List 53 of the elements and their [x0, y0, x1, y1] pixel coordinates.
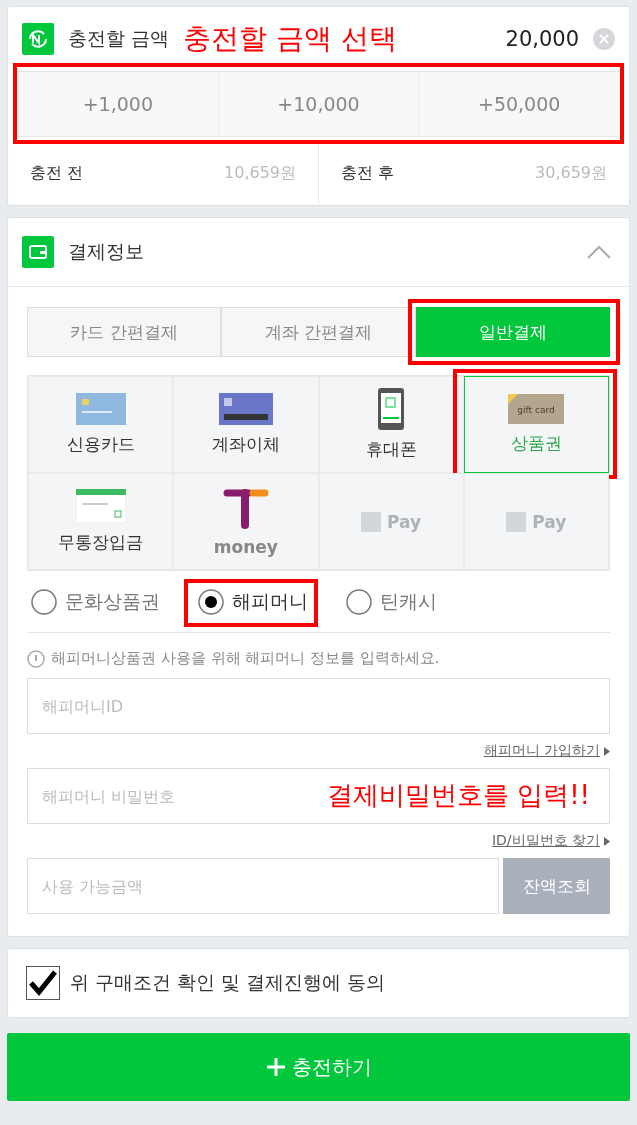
payment-method-tile[interactable]: money [173, 473, 319, 570]
agree-checkbox[interactable] [26, 966, 60, 1000]
find-account-link[interactable]: ID/비밀번호 찾기 [491, 832, 600, 850]
add-amount-button[interactable]: +1,000 [18, 72, 218, 136]
charge-amount: 20,000 [505, 27, 579, 51]
radio-icon [31, 588, 57, 615]
plus-icon [265, 1057, 286, 1077]
id-field[interactable]: 해피머니ID [27, 678, 610, 734]
info-icon [27, 649, 45, 668]
payment-method-tile[interactable]: 계좌이체 [173, 376, 319, 473]
add-amount-button[interactable]: +10,000 [217, 72, 419, 136]
balance-value: 30,659원 [535, 162, 607, 184]
n-logo-icon [506, 511, 527, 532]
payment-method-tile[interactable]: 무통장입금 [28, 473, 174, 570]
annotation-text: 결제비밀번호를 입력!! [326, 779, 590, 812]
payment-method-tile[interactable]: Pay [463, 473, 609, 570]
bankbook-icon [75, 489, 126, 523]
clear-icon[interactable] [593, 28, 615, 50]
payment-tab[interactable]: 일반결제 [415, 307, 610, 357]
annotation-text: 충전할 금액 선택 [183, 21, 397, 57]
radio-icon [198, 588, 224, 615]
payment-method-tile[interactable]: 휴대폰 [318, 376, 464, 473]
balance-label: 충전 전 [30, 162, 84, 184]
signup-link[interactable]: 해피머니 가입하기 [483, 742, 600, 760]
credit-card-icon [75, 393, 126, 425]
voucher-radio[interactable]: 틴캐시 [342, 584, 441, 619]
add-amount-button[interactable]: +50,000 [418, 72, 619, 136]
phone-icon [378, 388, 405, 430]
wallet-icon [22, 236, 54, 268]
payment-title: 결제정보 [68, 239, 144, 264]
gift-card-icon: gift card [508, 394, 565, 424]
chevron-up-icon[interactable] [587, 245, 611, 259]
charge-title: 충전할 금액 [68, 26, 170, 51]
payment-tab[interactable]: 계좌 간편결제 [221, 307, 416, 357]
charge-button[interactable]: 충전하기 [7, 1033, 630, 1101]
balance-value: 10,659원 [224, 162, 296, 184]
agreement-text: 위 구매조건 확인 및 결제진행에 동의 [70, 970, 386, 995]
triangle-right-icon [604, 836, 610, 846]
balance-label: 충전 후 [341, 162, 395, 184]
t-logo-icon [222, 486, 269, 529]
triangle-right-icon [604, 746, 610, 756]
n-logo-icon [361, 511, 382, 532]
payment-method-tile[interactable]: gift card 상품권 [463, 376, 609, 473]
voucher-radio[interactable]: 해피머니 [194, 584, 312, 619]
notice-text: 해피머니상품권 사용을 위해 해피머니 정보를 입력하세요. [51, 649, 440, 668]
payment-method-tile[interactable]: 신용카드 [28, 376, 174, 473]
voucher-radio[interactable]: 문화상품권 [27, 584, 164, 619]
charge-icon [22, 23, 54, 55]
balance-field[interactable]: 사용 가능금액 [27, 858, 499, 914]
radio-icon [346, 588, 372, 615]
bank-card-icon [218, 393, 273, 425]
payment-tab[interactable]: 카드 간편결제 [27, 307, 222, 357]
payment-method-tile[interactable]: Pay [318, 473, 464, 570]
